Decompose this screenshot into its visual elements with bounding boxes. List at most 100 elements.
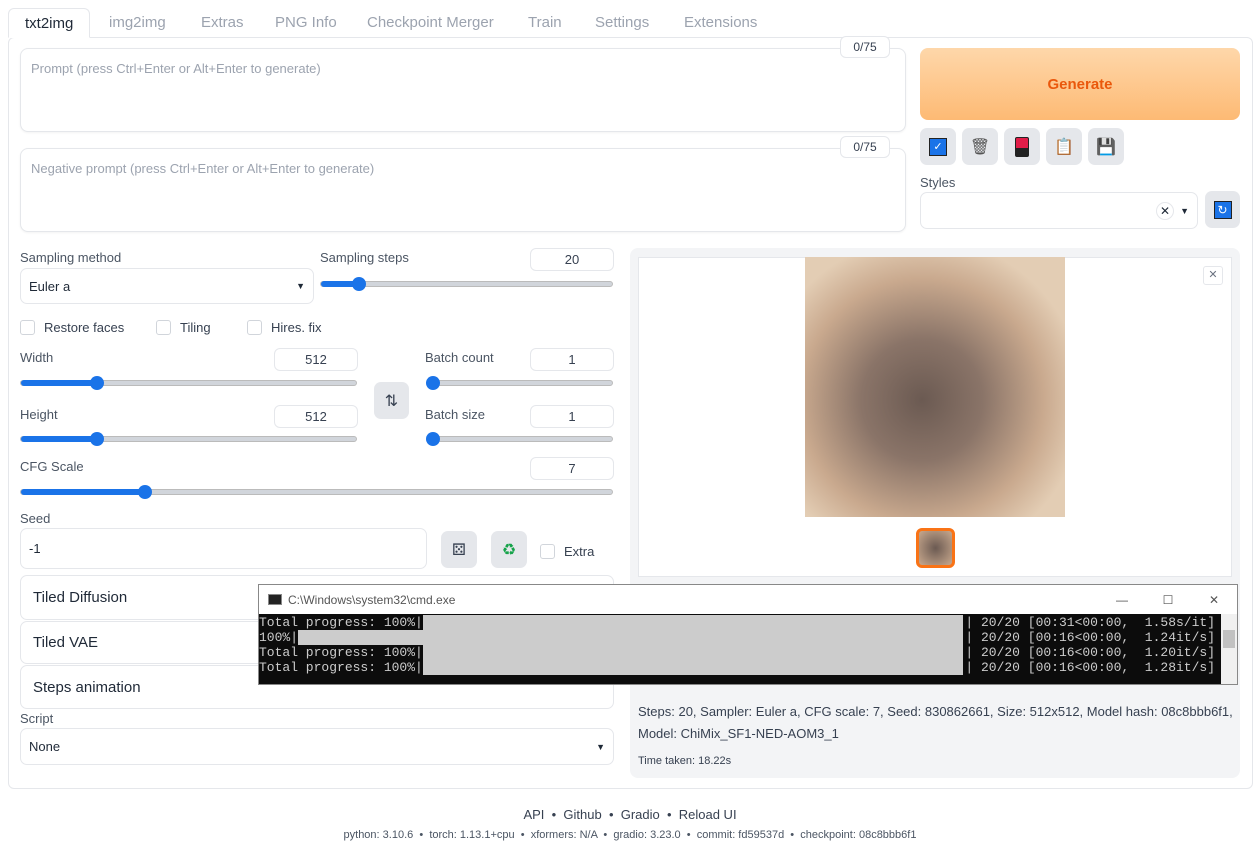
swap-arrows-icon: ⇅ [384,392,399,410]
tab-settings[interactable]: Settings [579,8,665,38]
cmd-row-right: | 20/20 [00:16<00:00, 1.20it/s] [965,645,1215,660]
clear-icon[interactable]: ✕ [1156,201,1175,220]
cmd-icon [268,594,282,605]
cmd-progress-bar [298,630,964,645]
tool-buttons: ✓ 🗑 📋 💾 [920,128,1124,165]
script-value: None [29,739,61,754]
checkbox-label: Restore faces [44,320,125,335]
restore-faces-checkbox[interactable]: Restore faces [20,320,124,335]
batch-size-label: Batch size [425,407,485,422]
cmd-row: Total progress: 100%| | 20/20 [00:16<00:0… [259,660,1237,675]
checkbox[interactable] [156,320,171,335]
height-input[interactable]: 512 [274,405,358,428]
tab-extensions[interactable]: Extensions [668,8,773,38]
hires-fix-checkbox[interactable]: Hires. fix [247,320,322,335]
gallery-thumbnail[interactable] [916,528,955,568]
tab-extras[interactable]: Extras [185,8,260,38]
sampling-method-label: Sampling method [20,250,122,265]
generated-image[interactable] [805,257,1065,517]
close-icon[interactable]: ✕ [1191,593,1237,607]
width-slider[interactable] [20,376,357,390]
sampling-steps-slider[interactable] [320,277,613,291]
script-label: Script [20,711,54,726]
chevron-down-icon: ▼ [296,281,305,291]
cmd-row: Total progress: 100%| | 20/20 [00:31<00:0… [259,615,1237,630]
checkbox[interactable] [540,544,555,559]
chevron-down-icon: ▼ [596,741,605,752]
batch-count-input[interactable]: 1 [530,348,614,371]
chevron-down-icon: ▼ [1180,205,1189,216]
seed-value: -1 [29,541,41,556]
sampling-steps-label: Sampling steps [320,250,409,265]
refresh-icon: ↻ [1213,200,1232,219]
footer-link-api[interactable]: API [523,807,544,822]
batch-count-label: Batch count [425,350,494,365]
negative-prompt-token-counter: 0/75 [840,136,890,158]
save-style-button[interactable]: 💾 [1088,128,1124,165]
extra-networks-button[interactable] [1004,128,1040,165]
batch-size-slider[interactable] [426,432,613,446]
checkbox-label: Tiling [180,320,211,335]
seed-label: Seed [20,511,51,526]
cmd-title: C:\Windows\system32\cmd.exe [288,592,456,607]
generation-info-line2: Model: ChiMix_SF1-NED-AOM3_1 [638,726,839,741]
random-seed-button[interactable]: ⚄ [441,531,477,568]
tab-png-info[interactable]: PNG Info [259,8,353,38]
batch-size-input[interactable]: 1 [530,405,614,428]
script-select[interactable]: None ▼ [20,728,614,765]
tab-txt2img[interactable]: txt2img [8,8,91,38]
cmd-row: 100%| | 20/20 [00:16<00:00, 1.24it/s] [259,630,1237,645]
tab-train[interactable]: Train [512,8,578,38]
cfg-scale-slider[interactable] [20,485,613,499]
seed-input[interactable]: -1 [20,528,427,569]
footer-link-gradio[interactable]: Gradio [621,807,660,822]
clear-button[interactable]: 🗑 [962,128,998,165]
cmd-row-left: Total progress: 100%| [259,660,423,675]
pencil-icon: ✓ [929,137,947,156]
trash-icon: 🗑 [969,138,991,156]
cmd-row-left: Total progress: 100%| [259,615,423,630]
generate-button[interactable]: Generate [920,48,1240,120]
extra-seed-checkbox[interactable]: Extra [540,544,594,559]
tab-img2img[interactable]: img2img [93,8,182,38]
width-input[interactable]: 512 [274,348,358,371]
tab-checkpoint-merger[interactable]: Checkpoint Merger [351,8,510,38]
cmd-scrollbar[interactable] [1221,614,1237,684]
paste-button[interactable]: 📋 [1046,128,1082,165]
cmd-progress-bar [422,660,964,675]
generation-info-line1: Steps: 20, Sampler: Euler a, CFG scale: … [638,704,1233,719]
negative-prompt-input[interactable]: Negative prompt (press Ctrl+Enter or Alt… [20,148,906,232]
tiling-checkbox[interactable]: Tiling [156,320,211,335]
minimize-icon[interactable]: — [1099,593,1145,607]
footer-link-github[interactable]: Github [563,807,601,822]
cmd-row: Total progress: 100%| | 20/20 [00:16<00:0… [259,645,1237,660]
prompt-token-counter: 0/75 [840,36,890,58]
interrupt-button[interactable]: ✓ [920,128,956,165]
reuse-seed-button[interactable]: ♻ [491,531,527,568]
styles-label: Styles [920,175,956,190]
checkbox[interactable] [20,320,35,335]
recycle-icon: ♻ [501,541,517,559]
cmd-output: Total progress: 100%| | 20/20 [00:31<00:0… [259,614,1237,675]
cmd-titlebar[interactable]: C:\Windows\system32\cmd.exe — ☐ ✕ [259,585,1237,614]
cfg-scale-input[interactable]: 7 [530,457,614,480]
checkbox[interactable] [247,320,262,335]
clipboard-icon: 📋 [1054,138,1074,156]
prompt-input[interactable]: Prompt (press Ctrl+Enter or Alt+Enter to… [20,48,906,132]
styles-dropdown[interactable]: ✕ ▼ [920,192,1198,229]
close-icon[interactable]: ✕ [1203,266,1223,285]
batch-count-slider[interactable] [426,376,613,390]
cmd-row-right: | 20/20 [00:31<00:00, 1.58s/it] [965,615,1215,630]
maximize-icon[interactable]: ☐ [1145,593,1191,607]
sampling-method-select[interactable]: Euler a ▼ [20,268,314,304]
footer-link-reload-ui[interactable]: Reload UI [679,807,737,822]
cmd-progress-bar [422,645,964,660]
height-slider[interactable] [20,432,357,446]
refresh-styles-button[interactable]: ↻ [1205,191,1240,228]
sampling-steps-input[interactable]: 20 [530,248,614,271]
height-label: Height [20,407,58,422]
swap-dimensions-button[interactable]: ⇅ [374,382,409,419]
cmd-row-right: | 20/20 [00:16<00:00, 1.24it/s] [965,630,1215,645]
width-label: Width [20,350,54,365]
checkbox-label: Extra [564,544,595,559]
